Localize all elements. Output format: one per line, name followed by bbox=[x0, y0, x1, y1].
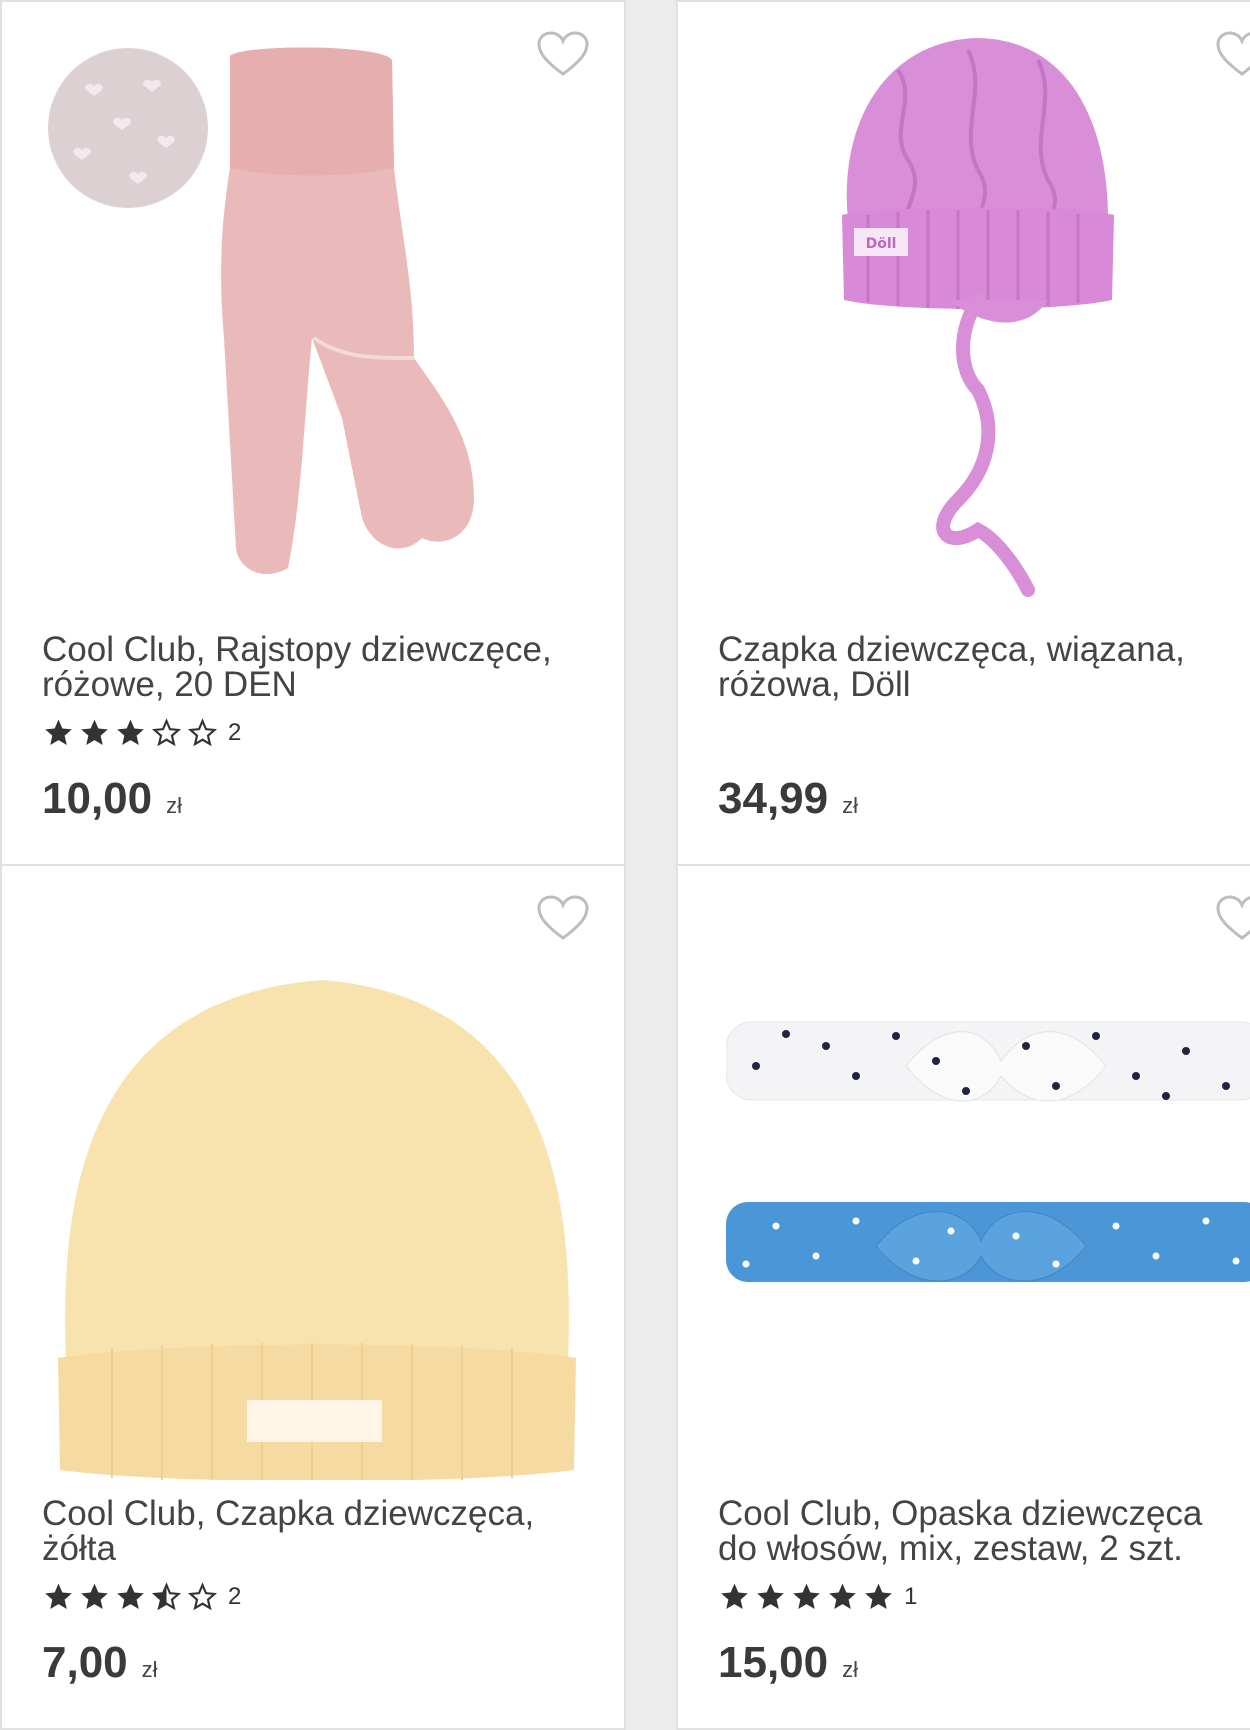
product-price: 7,00 zł bbox=[42, 1638, 158, 1688]
product-title[interactable]: Cool Club, Czapka dziewczęca, żółta bbox=[42, 1496, 562, 1566]
favorite-heart-icon[interactable] bbox=[536, 30, 590, 78]
star-full-icon bbox=[42, 1581, 75, 1613]
product-title[interactable]: Cool Club, Opaska dziewczęca do włosów, … bbox=[718, 1496, 1238, 1566]
product-price: 15,00 zł bbox=[718, 1638, 858, 1688]
favorite-heart-icon[interactable] bbox=[536, 894, 590, 942]
product-rating: 2 bbox=[42, 715, 241, 751]
price-value: 34,99 bbox=[718, 774, 829, 823]
star-full-icon bbox=[790, 1581, 823, 1613]
star-empty-icon bbox=[150, 717, 183, 749]
rating-count: 1 bbox=[904, 1583, 918, 1610]
favorite-heart-icon[interactable] bbox=[1215, 894, 1250, 942]
product-card[interactable]: Cool Club, Rajstopy dziewczęce, różowe, … bbox=[0, 0, 626, 866]
star-full-icon bbox=[862, 1581, 895, 1613]
rating-count: 2 bbox=[228, 719, 242, 746]
product-card[interactable]: Cool Club, Opaska dziewczęca do włosów, … bbox=[676, 864, 1250, 1730]
product-title[interactable]: Czapka dziewczęca, wiązana, różowa, Döll bbox=[718, 632, 1238, 702]
star-empty-icon bbox=[186, 717, 219, 749]
price-currency: zł bbox=[141, 1657, 158, 1682]
product-price: 10,00 zł bbox=[42, 774, 182, 824]
star-full-icon bbox=[754, 1581, 787, 1613]
star-full-icon bbox=[826, 1581, 859, 1613]
product-card[interactable]: Döll Czapka dziewczęca, wiązana, różowa,… bbox=[676, 0, 1250, 866]
product-rating: 2 bbox=[42, 1579, 241, 1615]
price-currency: zł bbox=[842, 793, 858, 818]
product-image-pink-tights[interactable] bbox=[42, 38, 482, 578]
price-value: 10,00 bbox=[42, 774, 153, 823]
product-image-yellow-beanie[interactable] bbox=[52, 940, 582, 1480]
price-value: 7,00 bbox=[42, 1638, 128, 1687]
star-full-icon bbox=[718, 1581, 751, 1613]
product-title[interactable]: Cool Club, Rajstopy dziewczęce, różowe, … bbox=[42, 632, 562, 702]
product-image-pink-knit-hat[interactable]: Döll bbox=[828, 30, 1128, 610]
star-full-icon bbox=[42, 717, 75, 749]
product-image-headbands[interactable] bbox=[726, 1006, 1250, 1366]
price-value: 15,00 bbox=[718, 1638, 829, 1687]
product-card[interactable]: Cool Club, Czapka dziewczęca, żółta 2 7,… bbox=[0, 864, 626, 1730]
star-empty-icon bbox=[186, 1581, 219, 1613]
star-full-icon bbox=[114, 717, 147, 749]
star-half-icon bbox=[150, 1581, 183, 1613]
rating-count: 2 bbox=[228, 1583, 242, 1610]
price-currency: zł bbox=[842, 1657, 858, 1682]
favorite-heart-icon[interactable] bbox=[1215, 30, 1250, 78]
star-full-icon bbox=[114, 1581, 147, 1613]
svg-text:Döll: Döll bbox=[866, 236, 897, 252]
star-full-icon bbox=[78, 717, 111, 749]
star-full-icon bbox=[78, 1581, 111, 1613]
price-currency: zł bbox=[166, 793, 182, 818]
product-rating: 1 bbox=[718, 1579, 917, 1615]
product-price: 34,99 zł bbox=[718, 774, 858, 824]
